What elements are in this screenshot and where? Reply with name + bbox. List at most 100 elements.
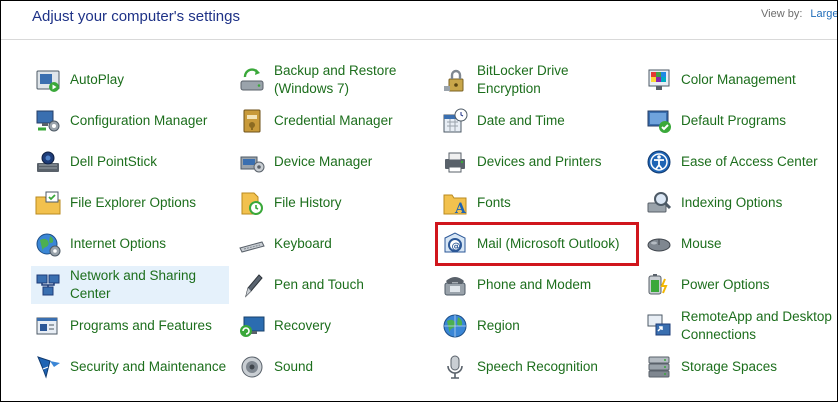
programs-features-icon (34, 312, 62, 340)
control-panel-item-label: Default Programs (681, 113, 787, 128)
security-maintenance-icon (34, 353, 62, 381)
control-panel-item-storage-spaces[interactable]: Storage Spaces (642, 348, 837, 386)
control-panel-item-remoteapp-and-desktop-connections[interactable]: RemoteApp and Desktop Connections (642, 307, 837, 345)
fonts-icon: A (441, 189, 469, 217)
control-panel-item-ease-of-access-center[interactable]: Ease of Access Center (642, 143, 837, 181)
control-panel-item-label: Security and Maintenance (70, 359, 227, 374)
control-panel-item-keyboard[interactable]: Keyboard (235, 225, 433, 263)
view-by-label: View by: (761, 8, 803, 20)
svg-text:@: @ (452, 242, 461, 252)
pen-touch-icon (238, 271, 266, 299)
power-options-icon (645, 271, 673, 299)
dell-pointstick-icon (34, 148, 62, 176)
region-icon (441, 312, 469, 340)
control-panel-item-label: Recovery (274, 318, 332, 333)
control-panel-item-security-and-maintenance[interactable]: Security and Maintenance (31, 348, 229, 386)
control-panel-item-recovery[interactable]: Recovery (235, 307, 433, 345)
backup-restore-icon (238, 66, 266, 94)
control-panel-item-configuration-manager[interactable]: Configuration Manager (31, 102, 229, 140)
control-panel-item-label: Dell PointStick (70, 154, 158, 169)
devices-printers-icon (441, 148, 469, 176)
control-panel-item-label: Phone and Modem (477, 277, 592, 292)
control-panel-item-label: BitLocker Drive Encryption (477, 63, 569, 96)
control-panel-item-label: Power Options (681, 277, 770, 292)
control-panel-item-label: Color Management (681, 72, 796, 87)
color-management-icon (645, 66, 673, 94)
control-panel-item-label: Devices and Printers (477, 154, 602, 169)
view-by-value[interactable]: Large i (810, 8, 837, 20)
control-panel-item-label: Sound (274, 359, 314, 374)
control-panel-item-dell-pointstick[interactable]: Dell PointStick (31, 143, 229, 181)
control-panel-item-devices-and-printers[interactable]: Devices and Printers (438, 143, 636, 181)
indexing-options-icon (645, 189, 673, 217)
remoteapp-icon (645, 312, 673, 340)
control-panel-item-color-management[interactable]: Color Management (642, 61, 837, 99)
device-manager-icon (238, 148, 266, 176)
page-title: Adjust your computer's settings (32, 8, 240, 25)
control-panel-item-label: RemoteApp and Desktop Connections (681, 309, 832, 342)
control-panel-item-internet-options[interactable]: Internet Options (31, 225, 229, 263)
control-panel-item-programs-and-features[interactable]: Programs and Features (31, 307, 229, 345)
control-panel-window: Adjust your computer's settings View by:… (0, 0, 838, 402)
mail-outlook-icon: @ (441, 230, 469, 258)
configuration-manager-icon (34, 107, 62, 135)
control-panel-item-phone-and-modem[interactable]: Phone and Modem (438, 266, 636, 304)
control-panel-item-device-manager[interactable]: Device Manager (235, 143, 433, 181)
autoplay-icon (34, 66, 62, 94)
control-panel-item-pen-and-touch[interactable]: Pen and Touch (235, 266, 433, 304)
control-panel-item-label: Internet Options (70, 236, 167, 251)
mouse-icon (645, 230, 673, 258)
control-panel-item-power-options[interactable]: Power Options (642, 266, 837, 304)
control-panel-item-label: Programs and Features (70, 318, 212, 333)
control-panel-item-label: Fonts (477, 195, 511, 210)
control-panel-item-fonts[interactable]: A Fonts (438, 184, 636, 222)
control-panel-item-label: Network and Sharing Center (70, 268, 197, 301)
default-programs-icon (645, 107, 673, 135)
storage-spaces-icon (645, 353, 673, 381)
credential-manager-icon (238, 107, 266, 135)
control-panel-item-file-history[interactable]: File History (235, 184, 433, 222)
file-history-icon (238, 189, 266, 217)
control-panel-item-label: Ease of Access Center (681, 154, 818, 169)
phone-modem-icon (441, 271, 469, 299)
control-panel-item-label: Indexing Options (681, 195, 783, 210)
file-explorer-options-icon (34, 189, 62, 217)
control-panel-item-label: Date and Time (477, 113, 565, 128)
control-panel-header: Adjust your computer's settings View by:… (1, 1, 837, 40)
control-panel-item-label: Mail (Microsoft Outlook) (477, 236, 620, 251)
control-panel-item-label: Configuration Manager (70, 113, 208, 128)
control-panel-item-region[interactable]: Region (438, 307, 636, 345)
control-panel-item-autoplay[interactable]: AutoPlay (31, 61, 229, 99)
control-panel-item-label: Mouse (681, 236, 722, 251)
speech-recognition-icon (441, 353, 469, 381)
control-panel-item-mouse[interactable]: Mouse (642, 225, 837, 263)
control-panel-item-label: File History (274, 195, 342, 210)
control-panel-item-backup-and-restore-windows-7[interactable]: Backup and Restore (Windows 7) (235, 61, 433, 99)
control-panel-item-label: Credential Manager (274, 113, 393, 128)
control-panel-item-file-explorer-options[interactable]: File Explorer Options (31, 184, 229, 222)
control-panel-item-label: AutoPlay (70, 72, 125, 87)
control-panel-item-label: Region (477, 318, 520, 333)
control-panel-item-sound[interactable]: Sound (235, 348, 433, 386)
control-panel-item-date-and-time[interactable]: Date and Time (438, 102, 636, 140)
sound-icon (238, 353, 266, 381)
control-panel-item-label: File Explorer Options (70, 195, 197, 210)
control-panel-item-default-programs[interactable]: Default Programs (642, 102, 837, 140)
internet-options-icon (34, 230, 62, 258)
control-panel-item-credential-manager[interactable]: Credential Manager (235, 102, 433, 140)
ease-of-access-icon (645, 148, 673, 176)
control-panel-item-label: Speech Recognition (477, 359, 598, 374)
network-sharing-icon (34, 271, 62, 299)
control-panel-item-label: Storage Spaces (681, 359, 778, 374)
view-by-control[interactable]: View by: Large i (761, 8, 837, 20)
bitlocker-icon (441, 66, 469, 94)
control-panel-item-indexing-options[interactable]: Indexing Options (642, 184, 837, 222)
control-panel-item-label: Device Manager (274, 154, 373, 169)
control-panel-item-bitlocker-drive-encryption[interactable]: BitLocker Drive Encryption (438, 61, 636, 99)
control-panel-item-mail-microsoft-outlook[interactable]: @ Mail (Microsoft Outlook) (435, 222, 639, 266)
svg-text:A: A (454, 201, 467, 217)
control-panel-item-label: Backup and Restore (Windows 7) (274, 63, 397, 96)
control-panel-item-network-and-sharing-center[interactable]: Network and Sharing Center (31, 266, 229, 304)
control-panel-item-speech-recognition[interactable]: Speech Recognition (438, 348, 636, 386)
control-panel-item-label: Keyboard (274, 236, 332, 251)
